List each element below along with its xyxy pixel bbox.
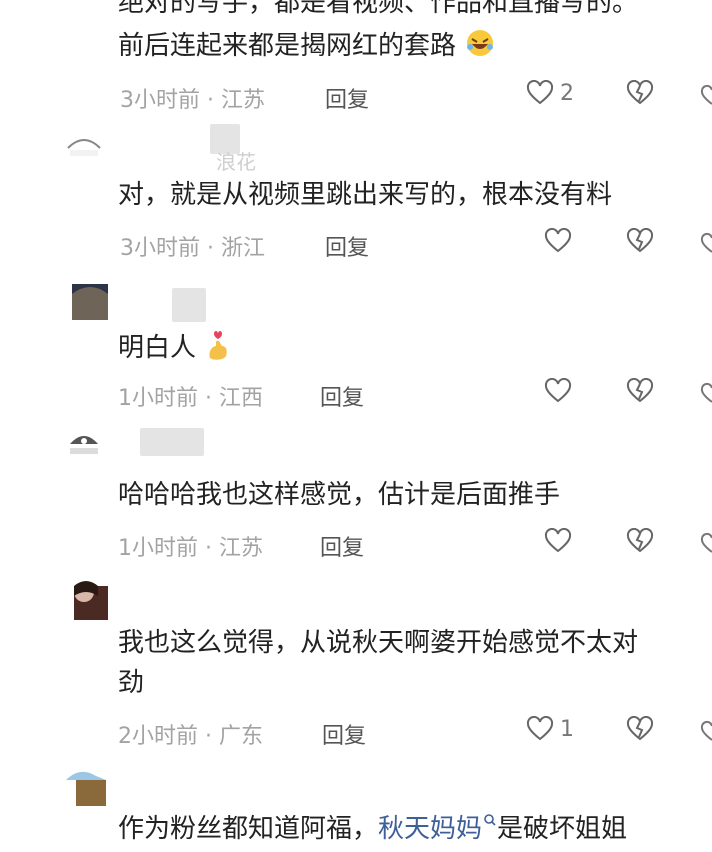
like-count: 1 xyxy=(560,716,574,742)
heart-outline-icon xyxy=(526,716,554,742)
more-icon[interactable] xyxy=(700,720,712,744)
more-icon[interactable] xyxy=(700,532,712,556)
comment-text-line: 绝对的写手，都是看视频、作品和直播写的。 xyxy=(118,0,639,18)
like-button[interactable] xyxy=(544,228,572,254)
comment-text-line: 明白人 xyxy=(118,328,234,365)
reply-button[interactable]: 回复 xyxy=(325,230,369,262)
username-fragment: 浪花 xyxy=(216,150,256,174)
dislike-button[interactable] xyxy=(626,228,654,254)
dislike-button[interactable] xyxy=(626,528,654,554)
avatar[interactable] xyxy=(66,428,102,464)
heart-outline-icon xyxy=(526,80,554,106)
comment-text-line: 劲 xyxy=(118,668,145,698)
like-button[interactable]: 2 xyxy=(526,80,574,106)
reply-button[interactable]: 回复 xyxy=(320,380,364,412)
more-icon[interactable] xyxy=(700,382,712,406)
comment-text: 明白人 xyxy=(118,333,197,363)
comment-meta: 3小时前 · 浙江 xyxy=(120,236,265,261)
like-button[interactable]: 1 xyxy=(526,716,574,742)
comment-text: 是破坏姐姐 xyxy=(497,814,628,844)
comment-meta: 2小时前 · 广东 xyxy=(118,724,263,749)
comment-text: 哈哈哈我也这样感觉，估计是后面推手 xyxy=(118,480,561,510)
broken-heart-icon xyxy=(626,80,654,106)
username-redacted xyxy=(140,428,204,456)
like-button[interactable] xyxy=(544,378,572,404)
comment-meta: 3小时前 · 江苏 xyxy=(120,88,265,113)
heart-outline-icon xyxy=(544,378,572,404)
broken-heart-icon xyxy=(626,528,654,554)
comment-text-line: 我也这么觉得，从说秋天啊婆开始感觉不太对 xyxy=(118,628,639,658)
reply-button[interactable]: 回复 xyxy=(320,530,364,562)
comment-text: 前后连起来都是揭网红的套路 xyxy=(118,31,457,61)
dislike-button[interactable] xyxy=(626,378,654,404)
comment-text: 作为粉丝都知道阿福， xyxy=(118,814,379,844)
finger-heart-emoji xyxy=(204,328,234,362)
username-redacted xyxy=(172,288,206,322)
avatar[interactable] xyxy=(66,766,108,808)
heart-outline-icon xyxy=(544,228,572,254)
broken-heart-icon xyxy=(626,378,654,404)
reply-button[interactable]: 回复 xyxy=(325,82,369,114)
comment-text-line: 前后连起来都是揭网红的套路 xyxy=(118,28,496,63)
dislike-button[interactable] xyxy=(626,80,654,106)
broken-heart-icon xyxy=(626,228,654,254)
comment-text: 对，就是从视频里跳出来写的，根本没有料 xyxy=(118,180,613,210)
dislike-button[interactable] xyxy=(626,716,654,742)
like-count: 2 xyxy=(560,80,574,106)
comment-meta: 1小时前 · 江西 xyxy=(118,386,263,411)
comment-text-line: 作为粉丝都知道阿福，秋天妈妈 是破坏姐姐 xyxy=(118,812,627,846)
avatar[interactable] xyxy=(66,128,102,164)
like-button[interactable] xyxy=(544,528,572,554)
reply-button[interactable]: 回复 xyxy=(322,718,366,750)
more-icon[interactable] xyxy=(700,232,712,256)
comment-meta: 1小时前 · 江苏 xyxy=(118,536,263,561)
broken-heart-icon xyxy=(626,716,654,742)
topic-link[interactable]: 秋天妈妈 xyxy=(378,814,482,844)
more-icon[interactable] xyxy=(700,84,712,108)
avatar[interactable] xyxy=(66,578,108,620)
avatar[interactable] xyxy=(72,284,108,320)
rolling-laughing-emoji xyxy=(464,28,496,58)
search-icon xyxy=(483,813,497,827)
heart-outline-icon xyxy=(544,528,572,554)
